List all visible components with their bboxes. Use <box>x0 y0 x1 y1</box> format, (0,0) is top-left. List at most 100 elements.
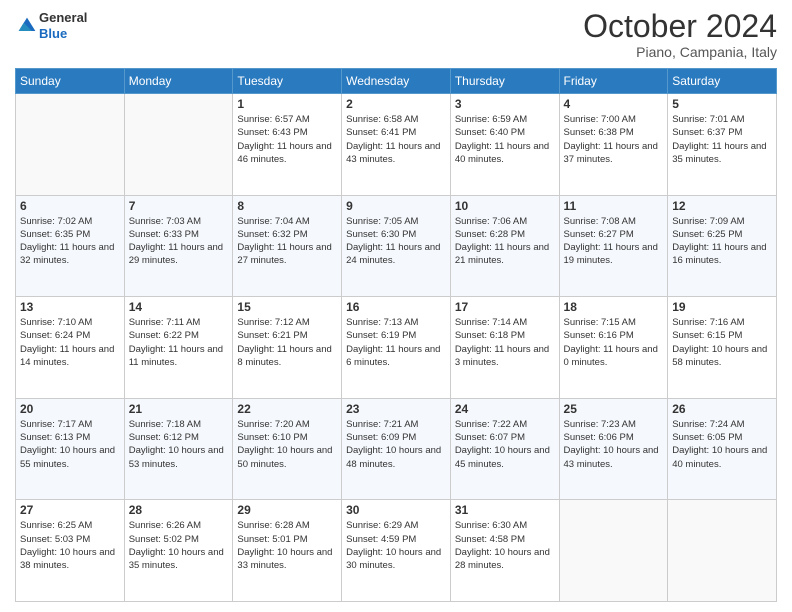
day-number: 8 <box>237 199 337 213</box>
day-number: 23 <box>346 402 446 416</box>
day-number: 12 <box>672 199 772 213</box>
day-number: 10 <box>455 199 555 213</box>
day-info: Sunrise: 7:03 AMSunset: 6:33 PMDaylight:… <box>129 215 229 268</box>
table-row: 26 Sunrise: 7:24 AMSunset: 6:05 PMDayligh… <box>668 398 777 500</box>
day-info: Sunrise: 7:22 AMSunset: 6:07 PMDaylight:… <box>455 418 555 471</box>
table-row: 8 Sunrise: 7:04 AMSunset: 6:32 PMDaylight… <box>233 195 342 297</box>
day-number: 25 <box>564 402 664 416</box>
day-info: Sunrise: 7:09 AMSunset: 6:25 PMDaylight:… <box>672 215 772 268</box>
table-row: 11Sunrise: 7:08 AMSunset: 6:27 PMDayligh… <box>559 195 668 297</box>
table-row: 25 Sunrise: 7:23 AMSunset: 6:06 PMDayligh… <box>559 398 668 500</box>
day-info: Sunrise: 7:15 AMSunset: 6:16 PMDaylight:… <box>564 316 664 369</box>
day-number: 3 <box>455 97 555 111</box>
table-row: 3 Sunrise: 6:59 AMSunset: 6:40 PMDaylight… <box>450 94 559 196</box>
table-row: 10 Sunrise: 7:06 AMSunset: 6:28 PMDayligh… <box>450 195 559 297</box>
table-row: 19Sunrise: 7:16 AMSunset: 6:15 PMDayligh… <box>668 297 777 399</box>
table-row: 20Sunrise: 7:17 AMSunset: 6:13 PMDayligh… <box>16 398 125 500</box>
table-row: 6 Sunrise: 7:02 AMSunset: 6:35 PMDaylight… <box>16 195 125 297</box>
day-info: Sunrise: 7:17 AMSunset: 6:13 PMDaylight:… <box>20 418 120 471</box>
day-number: 1 <box>237 97 337 111</box>
title-block: October 2024 Piano, Campania, Italy <box>583 10 777 60</box>
table-row: 28 Sunrise: 6:26 AMSunset: 5:02 PMDayligh… <box>124 500 233 602</box>
table-row: 5Sunrise: 7:01 AMSunset: 6:37 PMDaylight… <box>668 94 777 196</box>
day-number: 28 <box>129 503 229 517</box>
day-info: Sunrise: 7:06 AMSunset: 6:28 PMDaylight:… <box>455 215 555 268</box>
page: General Blue October 2024 Piano, Campani… <box>0 0 792 612</box>
day-info: Sunrise: 7:16 AMSunset: 6:15 PMDaylight:… <box>672 316 772 369</box>
day-info: Sunrise: 7:02 AMSunset: 6:35 PMDaylight:… <box>20 215 120 268</box>
calendar: Sunday Monday Tuesday Wednesday Thursday… <box>15 68 777 602</box>
day-number: 5 <box>672 97 772 111</box>
table-row <box>668 500 777 602</box>
calendar-week-5: 27 Sunrise: 6:25 AMSunset: 5:03 PMDayligh… <box>16 500 777 602</box>
table-row: 16 Sunrise: 7:13 AMSunset: 6:19 PMDayligh… <box>342 297 451 399</box>
day-number: 2 <box>346 97 446 111</box>
header-thursday: Thursday <box>450 69 559 94</box>
day-number: 29 <box>237 503 337 517</box>
header-wednesday: Wednesday <box>342 69 451 94</box>
day-info: Sunrise: 7:20 AMSunset: 6:10 PMDaylight:… <box>237 418 337 471</box>
table-row <box>16 94 125 196</box>
day-number: 6 <box>20 199 120 213</box>
logo-text: General Blue <box>39 10 87 41</box>
logo-blue-text: Blue <box>39 26 67 41</box>
table-row: 14 Sunrise: 7:11 AMSunset: 6:22 PMDayligh… <box>124 297 233 399</box>
day-info: Sunrise: 7:00 AMSunset: 6:38 PMDaylight:… <box>564 113 664 166</box>
location: Piano, Campania, Italy <box>583 44 777 60</box>
calendar-week-2: 6 Sunrise: 7:02 AMSunset: 6:35 PMDaylight… <box>16 195 777 297</box>
day-number: 30 <box>346 503 446 517</box>
day-number: 11 <box>564 199 664 213</box>
day-info: Sunrise: 7:12 AMSunset: 6:21 PMDaylight:… <box>237 316 337 369</box>
day-info: Sunrise: 6:59 AMSunset: 6:40 PMDaylight:… <box>455 113 555 166</box>
day-number: 9 <box>346 199 446 213</box>
table-row: 1 Sunrise: 6:57 AMSunset: 6:43 PMDaylight… <box>233 94 342 196</box>
day-info: Sunrise: 6:29 AMSunset: 4:59 PMDaylight:… <box>346 519 446 572</box>
day-info: Sunrise: 7:18 AMSunset: 6:12 PMDaylight:… <box>129 418 229 471</box>
day-info: Sunrise: 7:10 AMSunset: 6:24 PMDaylight:… <box>20 316 120 369</box>
day-number: 13 <box>20 300 120 314</box>
day-number: 16 <box>346 300 446 314</box>
table-row: 2 Sunrise: 6:58 AMSunset: 6:41 PMDaylight… <box>342 94 451 196</box>
header-saturday: Saturday <box>668 69 777 94</box>
day-number: 22 <box>237 402 337 416</box>
month-title: October 2024 <box>583 10 777 42</box>
header-friday: Friday <box>559 69 668 94</box>
day-number: 18 <box>564 300 664 314</box>
day-number: 14 <box>129 300 229 314</box>
day-info: Sunrise: 6:58 AMSunset: 6:41 PMDaylight:… <box>346 113 446 166</box>
logo-general-text: General <box>39 10 87 25</box>
day-info: Sunrise: 7:05 AMSunset: 6:30 PMDaylight:… <box>346 215 446 268</box>
table-row: 23Sunrise: 7:21 AMSunset: 6:09 PMDayligh… <box>342 398 451 500</box>
day-number: 26 <box>672 402 772 416</box>
day-info: Sunrise: 7:11 AMSunset: 6:22 PMDaylight:… <box>129 316 229 369</box>
day-info: Sunrise: 6:28 AMSunset: 5:01 PMDaylight:… <box>237 519 337 572</box>
header: General Blue October 2024 Piano, Campani… <box>15 10 777 60</box>
day-info: Sunrise: 7:23 AMSunset: 6:06 PMDaylight:… <box>564 418 664 471</box>
calendar-week-4: 20Sunrise: 7:17 AMSunset: 6:13 PMDayligh… <box>16 398 777 500</box>
table-row: 21 Sunrise: 7:18 AMSunset: 6:12 PMDayligh… <box>124 398 233 500</box>
header-sunday: Sunday <box>16 69 125 94</box>
table-row: 27 Sunrise: 6:25 AMSunset: 5:03 PMDayligh… <box>16 500 125 602</box>
day-number: 4 <box>564 97 664 111</box>
table-row: 22 Sunrise: 7:20 AMSunset: 6:10 PMDayligh… <box>233 398 342 500</box>
table-row: 4 Sunrise: 7:00 AMSunset: 6:38 PMDaylight… <box>559 94 668 196</box>
day-number: 7 <box>129 199 229 213</box>
day-number: 27 <box>20 503 120 517</box>
header-monday: Monday <box>124 69 233 94</box>
table-row: 15Sunrise: 7:12 AMSunset: 6:21 PMDayligh… <box>233 297 342 399</box>
logo-icon <box>17 16 37 36</box>
day-number: 31 <box>455 503 555 517</box>
day-info: Sunrise: 7:24 AMSunset: 6:05 PMDaylight:… <box>672 418 772 471</box>
day-info: Sunrise: 6:26 AMSunset: 5:02 PMDaylight:… <box>129 519 229 572</box>
day-info: Sunrise: 7:04 AMSunset: 6:32 PMDaylight:… <box>237 215 337 268</box>
day-info: Sunrise: 7:13 AMSunset: 6:19 PMDaylight:… <box>346 316 446 369</box>
table-row: 29 Sunrise: 6:28 AMSunset: 5:01 PMDayligh… <box>233 500 342 602</box>
day-info: Sunrise: 6:25 AMSunset: 5:03 PMDaylight:… <box>20 519 120 572</box>
day-number: 21 <box>129 402 229 416</box>
table-row: 18 Sunrise: 7:15 AMSunset: 6:16 PMDayligh… <box>559 297 668 399</box>
table-row: 24 Sunrise: 7:22 AMSunset: 6:07 PMDayligh… <box>450 398 559 500</box>
calendar-week-1: 1 Sunrise: 6:57 AMSunset: 6:43 PMDaylight… <box>16 94 777 196</box>
table-row: 12 Sunrise: 7:09 AMSunset: 6:25 PMDayligh… <box>668 195 777 297</box>
day-number: 24 <box>455 402 555 416</box>
day-info: Sunrise: 6:57 AMSunset: 6:43 PMDaylight:… <box>237 113 337 166</box>
